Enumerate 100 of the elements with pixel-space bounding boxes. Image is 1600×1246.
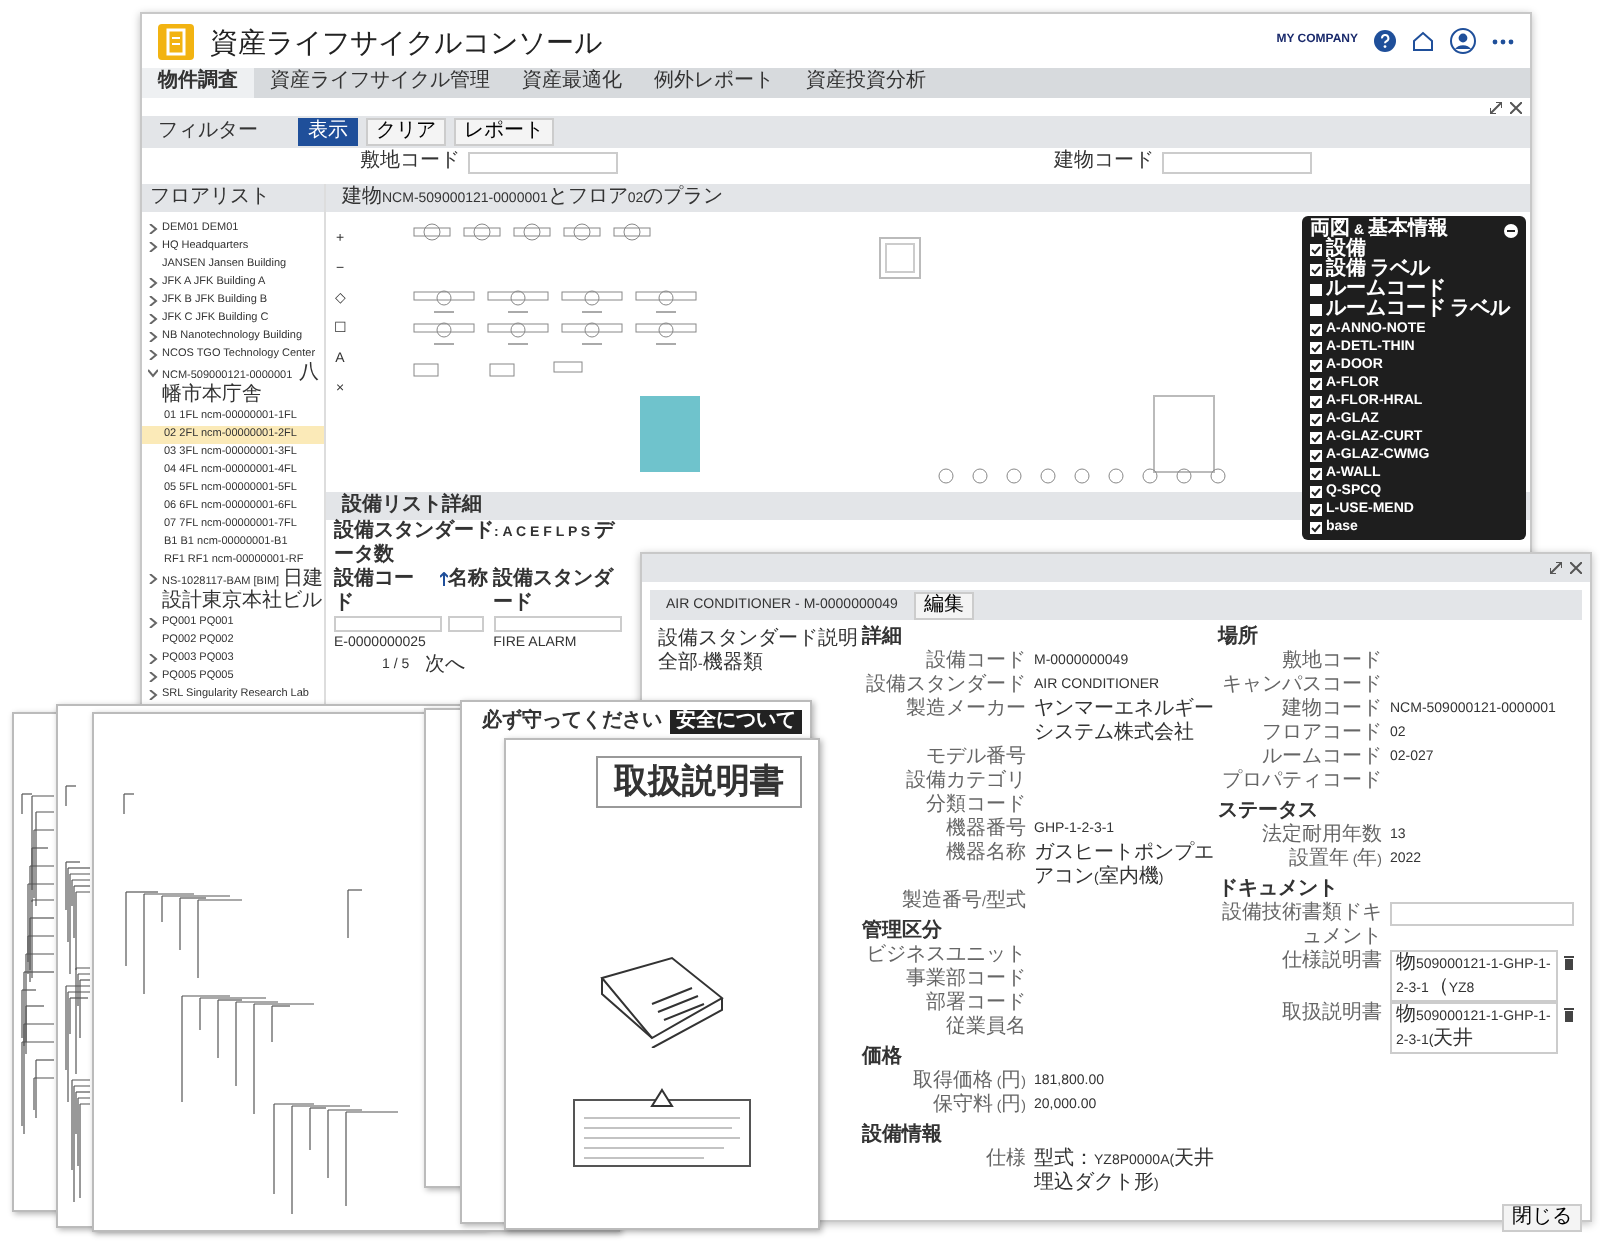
edit-button[interactable]: 編集: [913, 591, 974, 619]
input-field[interactable]: [1162, 151, 1312, 173]
user-icon[interactable]: [1450, 28, 1476, 54]
field-label: 敷地コード: [1280, 650, 1384, 674]
nav-tab[interactable]: 資産ライフサイクル管理: [254, 68, 506, 98]
checked-checkbox-icon[interactable]: [1310, 395, 1322, 407]
checked-checkbox-icon[interactable]: [1310, 413, 1322, 425]
checkbox-icon[interactable]: [1310, 284, 1322, 296]
next-page-link[interactable]: 次へ: [425, 654, 466, 678]
filter-input[interactable]: [334, 616, 442, 632]
input-field[interactable]: [468, 151, 618, 173]
checked-checkbox-icon[interactable]: [1310, 521, 1322, 533]
expand-icon[interactable]: [148, 242, 158, 252]
section-title: 価格: [862, 1046, 904, 1070]
expand-icon[interactable]: [1550, 562, 1562, 574]
expand-icon[interactable]: [148, 618, 158, 628]
field-label: キャンパスコード: [1220, 674, 1384, 697]
field-label: 製造メーカー: [904, 698, 1028, 722]
nav-tab[interactable]: 資産投資分析: [790, 68, 942, 98]
field-label: 法定耐用年数: [1260, 824, 1384, 847]
home-icon[interactable]: [1412, 30, 1434, 52]
expand-icon[interactable]: [148, 350, 158, 360]
expand-icon[interactable]: [148, 332, 158, 342]
section-title: 場所: [1218, 626, 1260, 650]
trash-icon[interactable]: [1564, 956, 1574, 970]
field-label: 取扱説明書: [1280, 1002, 1384, 1026]
filter-button[interactable]: レポート: [454, 118, 554, 146]
checked-checkbox-icon[interactable]: [1310, 244, 1322, 256]
checked-checkbox-icon[interactable]: [1310, 264, 1322, 276]
app-title: 資産ライフサイクルコンソール: [210, 25, 602, 57]
field-label: 建物コード: [1054, 150, 1154, 174]
section-title: ステータス: [1218, 800, 1320, 823]
logo-icon: [158, 23, 194, 59]
expand-icon[interactable]: [1490, 101, 1502, 113]
close-button[interactable]: 閉じる: [1502, 1204, 1582, 1232]
column-header: 設備スタンダード: [493, 568, 616, 616]
field-label: 従業員名: [944, 1016, 1028, 1040]
field-label: 仕様: [984, 1148, 1028, 1172]
page-banner: 安全について: [670, 710, 802, 734]
field-label: 設備コード: [924, 650, 1028, 674]
field-label: 敷地コード: [360, 150, 460, 174]
layer-label: 設備 ラベル: [1326, 260, 1430, 280]
more-icon[interactable]: [1492, 37, 1514, 45]
field-label: 設備技術書類ドキュメント: [1220, 902, 1384, 949]
field-label: 分類コード: [924, 794, 1028, 817]
checked-checkbox-icon[interactable]: [1310, 359, 1322, 371]
checked-checkbox-icon[interactable]: [1310, 467, 1322, 479]
field-label: 機器名称: [944, 842, 1028, 866]
filter-input[interactable]: [493, 616, 622, 632]
field-label: 建物コード: [1280, 698, 1384, 722]
checked-checkbox-icon[interactable]: [1310, 431, 1322, 443]
filter-button[interactable]: クリア: [366, 118, 446, 146]
field-label: 仕様説明書: [1280, 950, 1384, 974]
close-icon[interactable]: [1570, 562, 1582, 574]
checked-checkbox-icon[interactable]: [1310, 449, 1322, 461]
expand-icon[interactable]: [148, 278, 158, 288]
checked-checkbox-icon[interactable]: [1310, 503, 1322, 515]
expand-icon[interactable]: [148, 224, 158, 234]
expand-icon[interactable]: [148, 574, 158, 584]
field-value: ヤンマーエネルギーシステム株式会社: [1034, 698, 1216, 746]
section-title: 設備情報: [862, 1124, 944, 1148]
expand-icon[interactable]: [148, 314, 158, 324]
field-label: モデル番号: [924, 746, 1028, 769]
checked-checkbox-icon[interactable]: [1310, 323, 1322, 335]
column-header: 設備コード: [334, 568, 416, 616]
panel-title: フロアリスト: [142, 184, 324, 212]
section-title: 管理区分: [862, 920, 944, 944]
document-field[interactable]: [1390, 902, 1574, 926]
field-label: ビジネスユニット: [864, 944, 1028, 967]
field-label: 機器番号: [944, 818, 1028, 841]
field-label: フロアコード: [1260, 722, 1384, 746]
checked-checkbox-icon[interactable]: [1310, 341, 1322, 353]
checked-checkbox-icon[interactable]: [1310, 377, 1322, 389]
sort-icon[interactable]: [439, 572, 448, 586]
collapse-icon[interactable]: [1504, 223, 1518, 237]
column-header: 名称: [447, 568, 488, 594]
expand-icon[interactable]: [148, 296, 158, 306]
filter-input[interactable]: [447, 616, 484, 632]
expand-icon[interactable]: [148, 654, 158, 664]
close-icon[interactable]: [1510, 101, 1522, 113]
field-label: 事業部コード: [904, 968, 1028, 991]
section-title: 詳細: [862, 626, 904, 650]
manual-title: 取扱説明書: [596, 756, 802, 808]
field-label: ルームコード: [1260, 746, 1384, 770]
layer-label: 設備: [1326, 240, 1366, 260]
expand-icon[interactable]: [148, 672, 158, 682]
nav-tab[interactable]: 資産最適化: [506, 68, 638, 98]
expand-icon[interactable]: [148, 690, 158, 700]
section-title: ドキュメント: [1218, 878, 1340, 901]
trash-icon[interactable]: [1564, 1008, 1574, 1022]
nav-tab[interactable]: 例外レポート: [638, 68, 790, 98]
checked-checkbox-icon[interactable]: [1310, 485, 1322, 497]
filter-button[interactable]: 表示: [298, 118, 358, 146]
help-icon[interactable]: [1374, 30, 1396, 52]
page-header: 必ず守ってください: [482, 710, 662, 734]
layer-label: ルームコード: [1326, 280, 1446, 300]
field-label: プロパティコード: [1220, 770, 1384, 794]
checkbox-icon[interactable]: [1310, 304, 1322, 316]
filter-label: フィルター: [158, 120, 258, 144]
nav-tab[interactable]: 物件調査: [142, 68, 254, 98]
